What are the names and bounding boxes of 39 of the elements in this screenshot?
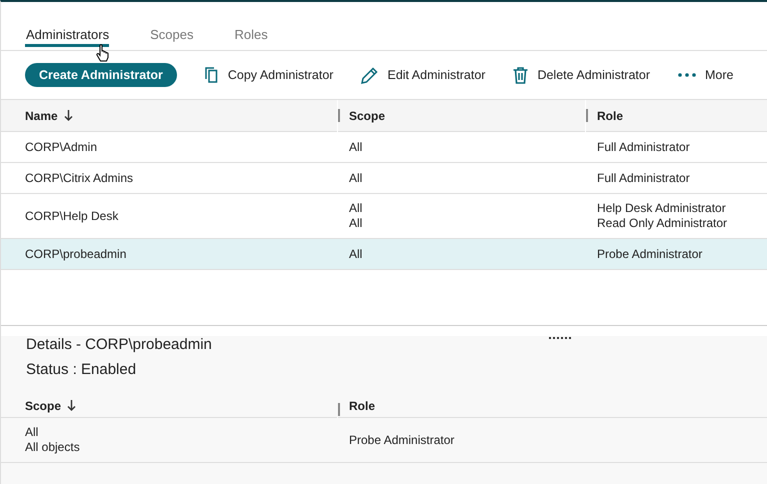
details-title: Details - CORP\probeadmin — [26, 336, 212, 353]
column-header[interactable]: Scope — [25, 398, 62, 412]
tab[interactable]: Roles — [233, 24, 268, 47]
table-cell-text: All — [25, 425, 40, 440]
sort-down-icon — [64, 110, 73, 121]
table-cell-text: Probe Administrator — [349, 432, 456, 448]
status-text: Status : Enabled — [26, 361, 136, 378]
toolbar-button[interactable]: Edit Administrator — [361, 66, 486, 84]
toolbar-button[interactable]: Copy Administrator — [204, 67, 334, 83]
tab[interactable]: Scopes — [149, 24, 194, 47]
table-cell-text: Full Administrator — [597, 170, 691, 186]
more-icon — [678, 73, 696, 77]
table-cell-text: All objects — [25, 440, 81, 455]
toolbar-button[interactable]: Delete Administrator — [513, 66, 650, 84]
table-cell-text: All — [349, 246, 364, 262]
hand-cursor-icon — [96, 44, 110, 62]
table-cell-text: All — [349, 170, 364, 186]
column-header[interactable]: Role — [349, 398, 376, 412]
table-cell-text: Help Desk Administrator — [597, 201, 727, 216]
table-cell-text: All — [349, 201, 364, 216]
column-header[interactable]: Role — [597, 108, 624, 122]
table-cell: CORP\Admin — [1, 132, 337, 163]
table-cell-text: Read Only Administrator — [597, 216, 728, 231]
copy-icon — [204, 67, 219, 83]
trash-icon — [513, 66, 528, 84]
table-cell: CORP\probeadmin — [1, 239, 337, 270]
resize-handle[interactable] — [549, 337, 571, 339]
tab[interactable]: Administrators — [25, 24, 110, 47]
toolbar-button[interactable]: More — [678, 68, 734, 82]
pencil-icon — [361, 66, 378, 84]
table-cell-text: All — [349, 216, 364, 231]
column-header[interactable]: Scope — [349, 108, 386, 122]
table-cell-text: All — [349, 140, 364, 154]
sort-down-icon — [67, 400, 76, 411]
table-cell-text: Full Administrator — [597, 140, 691, 154]
table-cell-text: Probe Administrator — [597, 246, 704, 262]
table-cell: CORP\Citrix Admins — [1, 163, 337, 194]
column-header[interactable]: Name — [25, 108, 58, 122]
create-button[interactable]: Create Administrator — [25, 63, 177, 87]
